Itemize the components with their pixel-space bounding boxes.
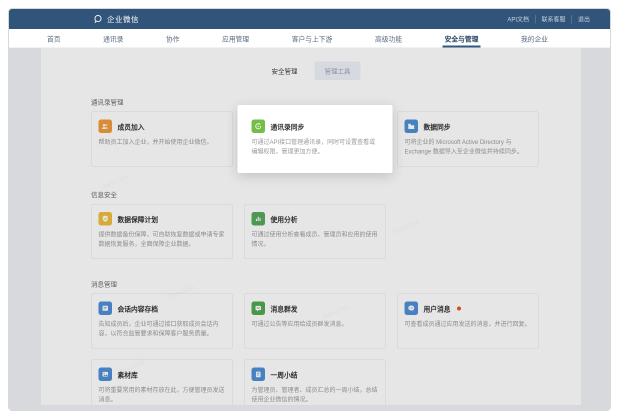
card-row: 会话内容存档 告知成员后，企业可通过接口获取成员会话内容，以符合监管要求和保障客… bbox=[91, 294, 539, 406]
subtabs: 安全管理 管理工具 bbox=[41, 60, 581, 81]
card-desc: 可通过使用分析查看成员、管理员和应用的使用情况。 bbox=[252, 230, 379, 249]
card-desc: 提供数据备份保障，可自助恢复数据或申请专家数据恢复服务，全面保障企业数据。 bbox=[99, 230, 226, 249]
topbar-links: API文档 联系客服 退出 bbox=[501, 15, 596, 24]
card-chat-archive[interactable]: 会话内容存档 告知成员后，企业可通过接口获取成员会话内容，以符合监管要求和保障客… bbox=[91, 294, 233, 349]
media-icon bbox=[99, 368, 113, 382]
card-desc: 可将重要常用的素材存放在此，方便管理员发送消息。 bbox=[99, 386, 226, 405]
card-row: 成员加入 帮助员工加入企业，并开始使用企业微信。 bbox=[91, 112, 539, 167]
card-message-broadcast[interactable]: 消息群发 可通过公告等应用给成员群发消息。 bbox=[244, 294, 386, 349]
contacts-sync-icon bbox=[252, 120, 266, 134]
card-title: 成员加入 bbox=[118, 121, 145, 131]
card-desc: 可通过API接口管理通讯录，同时可设置查看或编辑权限，管理更加方便。 bbox=[252, 138, 379, 157]
card-row: 数据保障计划 提供数据备份保障，可自助恢复数据或申请专家数据恢复服务，全面保障企… bbox=[91, 204, 539, 259]
card-title: 通讯录同步 bbox=[271, 121, 305, 131]
main-nav: 首页 通讯录 协作 应用管理 客户与上下游 高级功能 安全与管理 我的企业 bbox=[9, 29, 610, 48]
summary-icon bbox=[252, 368, 266, 382]
app-window-wrapper: 企业微信 API文档 联系客服 退出 首页 通讯录 协作 应用管理 客户与上下游… bbox=[0, 0, 619, 419]
nav-item-security-management[interactable]: 安全与管理 bbox=[443, 29, 481, 48]
data-sync-icon bbox=[405, 120, 419, 134]
card-title: 一周小结 bbox=[271, 369, 298, 379]
card-title: 素材库 bbox=[118, 369, 138, 379]
logo-text: 企业微信 bbox=[107, 14, 139, 25]
tab-management-tools[interactable]: 管理工具 bbox=[315, 61, 361, 80]
card-member-join[interactable]: 成员加入 帮助员工加入企业，并开始使用企业微信。 bbox=[91, 112, 233, 167]
card-desc: 可查看成员通过应用发送的消息，并进行回复。 bbox=[405, 320, 532, 329]
card-title: 消息群发 bbox=[271, 303, 298, 313]
card-title: 用户消息 bbox=[424, 303, 451, 313]
archive-icon bbox=[99, 302, 113, 316]
nav-item-contacts[interactable]: 通讯录 bbox=[101, 29, 125, 48]
section-title-information-security: 信息安全 bbox=[91, 190, 581, 200]
card-media-library[interactable]: 素材库 可将重要常用的素材存放在此，方便管理员发送消息。 bbox=[91, 360, 233, 406]
sections: 通讯录管理 bbox=[41, 97, 581, 405]
topbar: 企业微信 API文档 联系客服 退出 bbox=[9, 9, 610, 29]
wechat-work-logo-icon bbox=[93, 14, 103, 24]
api-docs-link[interactable]: API文档 bbox=[501, 15, 535, 24]
tab-security-management[interactable]: 安全管理 bbox=[261, 61, 307, 80]
content-panel: 2test2263 2test2263 2test2263 2test2263 … bbox=[41, 48, 581, 405]
nav-item-app-management[interactable]: 应用管理 bbox=[220, 29, 251, 48]
shield-icon bbox=[99, 212, 113, 226]
card-data-sync[interactable]: 数据同步 可将企业的 Microsoft Active Directory 与 … bbox=[397, 112, 539, 167]
card-title: 会话内容存档 bbox=[118, 303, 159, 313]
section-title-message-management: 消息管理 bbox=[91, 279, 581, 289]
bar-chart-icon bbox=[252, 212, 266, 226]
card-desc: 帮助员工加入企业，并开始使用企业微信。 bbox=[99, 138, 226, 147]
card-desc: 告知成员后，企业可通过接口获取成员会话内容，以符合监管要求和保障客户服务质量。 bbox=[99, 320, 226, 339]
nav-item-advanced[interactable]: 高级功能 bbox=[373, 29, 404, 48]
nav-item-my-company[interactable]: 我的企业 bbox=[519, 29, 550, 48]
card-weekly-summary[interactable]: 一周小结 为管理员、管理者、成员汇总的一周小结，总结使用企业微信的情况。 bbox=[244, 360, 386, 406]
card-contacts-sync[interactable]: 通讯录同步 可通过API接口管理通讯录，同时可设置查看或编辑权限，管理更加方便。 bbox=[244, 112, 386, 167]
card-desc: 为管理员、管理者、成员汇总的一周小结，总结使用企业微信的情况。 bbox=[252, 386, 379, 405]
chat-icon bbox=[405, 302, 419, 316]
logout-link[interactable]: 退出 bbox=[571, 15, 596, 24]
wechat-work-logo: 企业微信 bbox=[93, 14, 139, 25]
page-body: 2test2263 2test2263 2test2263 2test2263 … bbox=[9, 48, 610, 411]
card-usage-analytics[interactable]: 使用分析 可通过使用分析查看成员、管理员和应用的使用情况。 bbox=[244, 204, 386, 259]
card-desc: 可通过公告等应用给成员群发消息。 bbox=[252, 320, 379, 329]
card-title: 数据保障计划 bbox=[118, 214, 159, 224]
nav-item-collaboration[interactable]: 协作 bbox=[164, 29, 182, 48]
card-title: 数据同步 bbox=[424, 121, 451, 131]
nav-item-home[interactable]: 首页 bbox=[45, 29, 63, 48]
broadcast-icon bbox=[252, 302, 266, 316]
members-icon bbox=[99, 120, 113, 134]
card-data-protection-plan[interactable]: 数据保障计划 提供数据备份保障，可自助恢复数据或申请专家数据恢复服务，全面保障企… bbox=[91, 204, 233, 259]
card-user-messages[interactable]: 用户消息 可查看成员通过应用发送的消息，并进行回复。 bbox=[397, 294, 539, 349]
contact-support-link[interactable]: 联系客服 bbox=[535, 15, 572, 24]
admin-console-window: 企业微信 API文档 联系客服 退出 首页 通讯录 协作 应用管理 客户与上下游… bbox=[8, 8, 611, 411]
card-title: 使用分析 bbox=[271, 214, 298, 224]
nav-item-customers[interactable]: 客户与上下游 bbox=[290, 29, 335, 48]
card-desc: 可将企业的 Microsoft Active Directory 与 Excha… bbox=[405, 138, 532, 157]
unread-dot bbox=[457, 306, 461, 310]
